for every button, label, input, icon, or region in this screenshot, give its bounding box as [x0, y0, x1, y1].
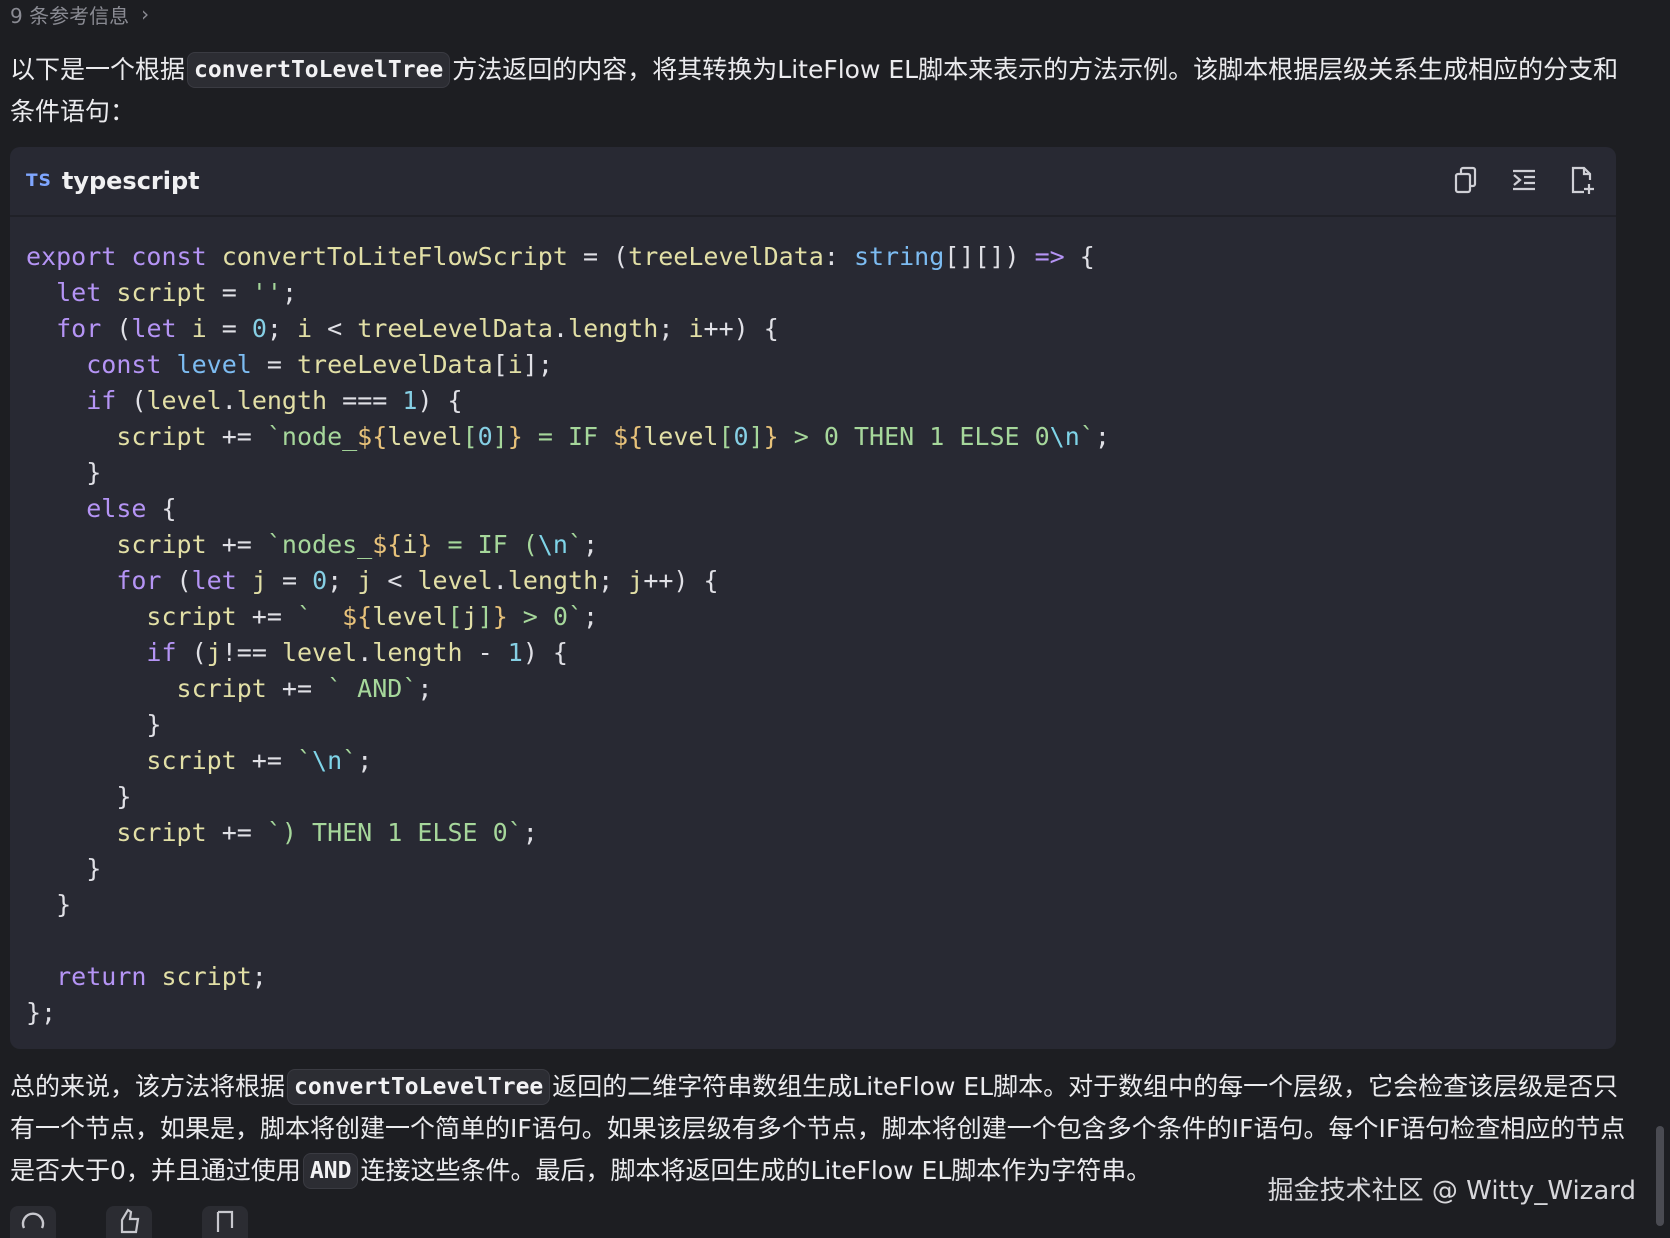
code-line: script += `node_${level[0]} = IF ${level… — [116, 422, 1110, 451]
references-label: 9 条参考信息 — [10, 3, 130, 28]
code-line: } — [86, 458, 102, 487]
code-line: }; — [26, 998, 57, 1027]
code-line: const level = treeLevelData[i]; — [86, 350, 553, 379]
inline-code-and: AND — [302, 1153, 359, 1189]
code-line: script += `nodes_${i} = IF (\n`; — [116, 530, 599, 559]
refresh-icon[interactable] — [10, 1206, 56, 1238]
code-line: for (let i = 0; i < treeLevelData.length… — [56, 314, 779, 343]
code-content: export const convertToLiteFlowScript = (… — [10, 217, 1616, 1031]
code-line: } — [146, 710, 162, 739]
code-line: if (j!== level.length - 1) { — [146, 638, 568, 667]
summary-text-1: 总的来说，该方法将根据 — [10, 1072, 286, 1101]
watermark: 掘金技术社区 @ Witty_Wizard — [1267, 1176, 1636, 1206]
chevron-right-icon: › — [141, 2, 150, 26]
code-block-header: TS typescript — [10, 147, 1616, 217]
thumbs-down-icon[interactable] — [202, 1206, 248, 1238]
code-line: } — [56, 890, 72, 919]
intro-paragraph: 以下是一个根据 convertToLevelTree 方法返回的内容，将其转换为Li… — [10, 49, 1630, 133]
code-line: script += ` AND`; — [176, 674, 433, 703]
summary-text-3: 连接这些条件。最后，脚本将返回生成的LiteFlow EL脚本作为字符串。 — [360, 1156, 1152, 1185]
code-line: return script; — [56, 962, 267, 991]
code-line: } — [86, 854, 102, 883]
code-line: if (level.length === 1) { — [86, 386, 463, 415]
inline-code-convertToLevelTree: convertToLevelTree — [187, 52, 451, 88]
chat-answer-page: 9 条参考信息 › 以下是一个根据 convertToLevelTree 方法返回的… — [0, 0, 1670, 1238]
code-line: else { — [86, 494, 177, 523]
code-block: TS typescript export const convertToLite… — [10, 147, 1616, 1049]
code-actions — [1452, 165, 1596, 195]
code-line: for (let j = 0; j < level.length; j++) { — [116, 566, 719, 595]
inline-code-convertToLevelTree-2: convertToLevelTree — [287, 1069, 551, 1105]
code-line: } — [116, 782, 132, 811]
references-link[interactable]: 9 条参考信息 › — [10, 0, 149, 28]
code-line: let script = ''; — [56, 278, 297, 307]
code-line: script += ` ${level[j]} > 0`; — [146, 602, 599, 631]
scrollbar[interactable] — [1656, 1126, 1664, 1226]
copy-icon[interactable] — [1452, 165, 1480, 195]
code-line: script += `\n`; — [146, 746, 373, 775]
intro-text-before: 以下是一个根据 — [10, 55, 186, 84]
typescript-icon: TS — [26, 171, 52, 191]
answer-actions — [10, 1206, 248, 1238]
code-language-label: typescript — [61, 167, 200, 195]
thumbs-up-icon[interactable] — [106, 1206, 152, 1238]
new-file-icon[interactable] — [1568, 165, 1596, 195]
code-line: export const convertToLiteFlowScript = (… — [26, 242, 1095, 271]
code-line: script += `) THEN 1 ELSE 0`; — [116, 818, 538, 847]
insert-icon[interactable] — [1510, 165, 1538, 195]
